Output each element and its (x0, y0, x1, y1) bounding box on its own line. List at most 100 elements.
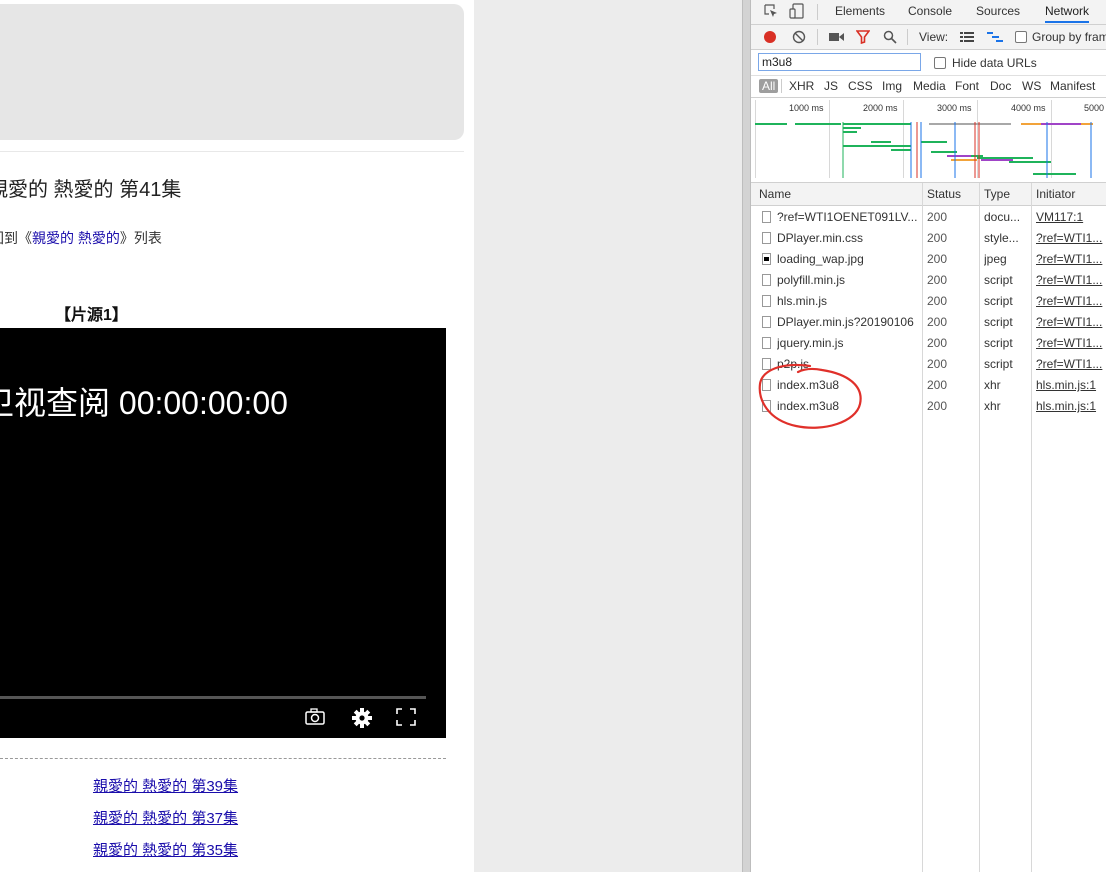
devtools-splitter[interactable] (742, 0, 751, 872)
hide-data-urls-checkbox[interactable] (934, 57, 946, 69)
request-initiator-link[interactable]: ?ref=WTI1... (1036, 252, 1106, 266)
waterfall-icon[interactable] (987, 31, 1003, 46)
column-status-header[interactable]: Status (927, 187, 961, 201)
request-initiator-link[interactable]: VM117:1 (1036, 210, 1106, 224)
group-by-frame-checkbox[interactable] (1015, 31, 1027, 43)
document-icon (762, 211, 771, 223)
clear-icon[interactable] (792, 30, 806, 47)
series-link[interactable]: 親愛的 熱愛的 (32, 230, 120, 246)
request-status: 200 (927, 357, 948, 371)
request-type: docu... (984, 210, 1021, 224)
source-label: 【片源1】 (55, 307, 128, 324)
request-initiator-link[interactable]: hls.min.js:1 (1036, 399, 1106, 413)
web-page: 親愛的 熱愛的 第41集 回到《親愛的 熱愛的》列表 【片源1】 卫视查阅 00… (0, 0, 474, 872)
request-row[interactable]: hls.min.js 200 script ?ref=WTI1... (751, 291, 1106, 312)
fullscreen-icon[interactable] (395, 707, 417, 732)
document-icon (762, 232, 771, 244)
type-filter-media[interactable]: Media (913, 79, 946, 93)
column-name-header[interactable]: Name (759, 187, 791, 201)
request-row[interactable]: DPlayer.min.css 200 style... ?ref=WTI1..… (751, 228, 1106, 249)
request-row[interactable]: loading_wap.jpg 200 jpeg ?ref=WTI1... (751, 249, 1106, 270)
request-name: DPlayer.min.css (777, 231, 864, 245)
request-type: xhr (984, 399, 1001, 413)
video-progress-bar[interactable] (0, 696, 426, 699)
type-filter-doc[interactable]: Doc (990, 79, 1011, 93)
type-filter-all[interactable]: All (759, 79, 779, 93)
request-status: 200 (927, 294, 948, 308)
request-name: hls.min.js (777, 294, 828, 308)
large-rows-icon[interactable] (960, 31, 974, 46)
gear-icon[interactable] (351, 707, 373, 734)
image-file-icon (762, 253, 771, 265)
video-overlay-text: 卫视查阅 00:00:00:00 (0, 385, 288, 421)
request-initiator-link[interactable]: ?ref=WTI1... (1036, 294, 1106, 308)
group-by-frame-label: Group by fram (1032, 30, 1106, 44)
network-overview-timeline[interactable]: 1000 ms 2000 ms 3000 ms 4000 ms 5000 (751, 98, 1106, 183)
toolbar-divider (817, 29, 818, 45)
tab-elements[interactable]: Elements (835, 4, 885, 18)
red-annotation-circle (758, 363, 862, 429)
request-type: jpeg (984, 252, 1007, 266)
divider (0, 151, 464, 152)
video-player[interactable]: 卫视查阅 00:00:00:00 (0, 328, 446, 738)
type-filter-css[interactable]: CSS (848, 79, 873, 93)
tab-network[interactable]: Network (1045, 4, 1090, 23)
document-icon (762, 316, 771, 328)
request-initiator-link[interactable]: hls.min.js:1 (1036, 378, 1106, 392)
back-to-list-line: 回到《親愛的 熱愛的》列表 (0, 228, 162, 248)
resource-type-filters: All XHR JS CSS Img Media Font Doc WS Man… (751, 76, 1106, 98)
inspect-element-icon[interactable] (764, 4, 778, 21)
episode-title: 親愛的 熱愛的 第41集 (0, 179, 182, 201)
request-row[interactable]: DPlayer.min.js?20190106 200 script ?ref=… (751, 312, 1106, 333)
column-initiator-header[interactable]: Initiator (1036, 187, 1075, 201)
request-status: 200 (927, 231, 948, 245)
request-type: xhr (984, 378, 1001, 392)
search-icon[interactable] (883, 30, 897, 47)
request-name: jquery.min.js (777, 336, 844, 350)
hide-data-urls-label: Hide data URLs (952, 56, 1037, 70)
type-filter-font[interactable]: Font (955, 79, 979, 93)
document-icon (762, 295, 771, 307)
type-filter-manifest[interactable]: Manifest (1050, 79, 1095, 93)
request-row[interactable]: polyfill.min.js 200 script ?ref=WTI1... (751, 270, 1106, 291)
video-capture-icon[interactable] (829, 31, 844, 46)
tab-sources[interactable]: Sources (976, 4, 1020, 18)
requests-table-header: Name Status Type Initiator (751, 183, 1106, 206)
request-status: 200 (927, 210, 948, 224)
device-toolbar-icon[interactable] (789, 3, 805, 22)
request-status: 200 (927, 399, 948, 413)
request-initiator-link[interactable]: ?ref=WTI1... (1036, 231, 1106, 245)
episode-link[interactable]: 親愛的 熱愛的 第37集 (93, 807, 238, 828)
toolbar-divider (817, 4, 818, 20)
request-status: 200 (927, 336, 948, 350)
type-filter-img[interactable]: Img (882, 79, 902, 93)
request-initiator-link[interactable]: ?ref=WTI1... (1036, 336, 1106, 350)
type-filter-xhr[interactable]: XHR (789, 79, 814, 93)
request-initiator-link[interactable]: ?ref=WTI1... (1036, 357, 1106, 371)
request-initiator-link[interactable]: ?ref=WTI1... (1036, 315, 1106, 329)
type-filter-js[interactable]: JS (824, 79, 838, 93)
request-status: 200 (927, 315, 948, 329)
request-name: polyfill.min.js (777, 273, 846, 287)
episode-link[interactable]: 親愛的 熱愛的 第39集 (93, 775, 238, 796)
request-row[interactable]: ?ref=WTI1OENET091LV... 200 docu... VM117… (751, 207, 1106, 228)
tab-console[interactable]: Console (908, 4, 952, 18)
document-icon (762, 337, 771, 349)
request-row[interactable]: jquery.min.js 200 script ?ref=WTI1... (751, 333, 1106, 354)
request-initiator-link[interactable]: ?ref=WTI1... (1036, 273, 1106, 287)
request-type: script (984, 315, 1013, 329)
column-type-header[interactable]: Type (984, 187, 1010, 201)
request-status: 200 (927, 378, 948, 392)
request-type: script (984, 357, 1013, 371)
camera-icon[interactable] (304, 707, 326, 732)
view-label: View: (919, 30, 949, 44)
type-filter-ws[interactable]: WS (1022, 79, 1041, 93)
filter-icon[interactable] (855, 30, 871, 47)
record-icon[interactable] (764, 31, 776, 43)
filter-input[interactable] (758, 53, 921, 71)
request-type: script (984, 273, 1013, 287)
request-type: script (984, 336, 1013, 350)
episode-link[interactable]: 親愛的 熱愛的 第35集 (93, 839, 238, 860)
type-divider (781, 79, 782, 93)
toolbar-divider (907, 29, 908, 45)
